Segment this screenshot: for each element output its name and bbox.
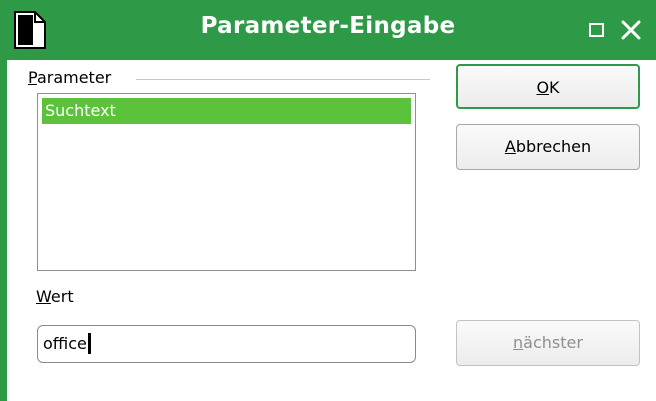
parameter-list[interactable]: Suchtext <box>37 93 416 271</box>
value-input[interactable]: office <box>37 325 416 363</box>
list-item[interactable]: Suchtext <box>42 98 411 124</box>
value-text: office <box>43 334 87 353</box>
parameter-label: Parameter <box>28 68 112 87</box>
text-caret <box>87 332 91 354</box>
value-label: Wert <box>36 287 74 306</box>
maximize-icon[interactable] <box>584 17 610 43</box>
close-icon[interactable] <box>618 17 644 43</box>
next-button[interactable]: nächster <box>456 320 640 366</box>
parameter-input-dialog: Parameter-Eingabe Parameter Suchtext Wer… <box>0 0 656 401</box>
window-border <box>0 60 7 401</box>
window-title: Parameter-Eingabe <box>200 13 456 39</box>
title-bar[interactable]: Parameter-Eingabe <box>0 0 656 60</box>
cancel-button[interactable]: Abbrechen <box>456 124 640 170</box>
separator-line <box>136 79 430 80</box>
ok-button[interactable]: OK <box>456 64 640 109</box>
